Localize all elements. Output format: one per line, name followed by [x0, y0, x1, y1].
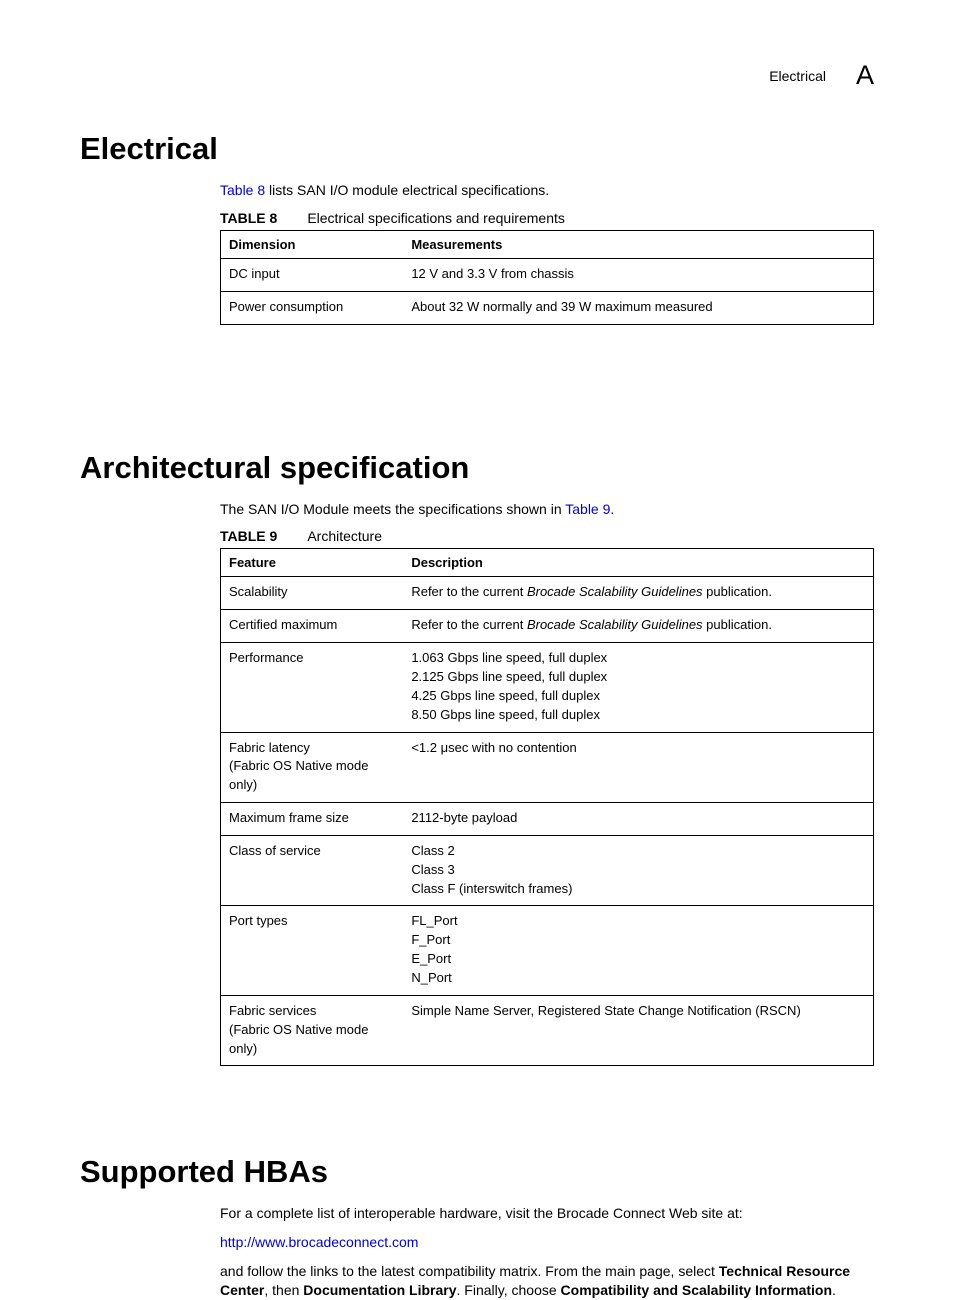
table8-cell-measurements: About 32 W normally and 39 W maximum mea… [403, 291, 873, 324]
desc-emphasis: Brocade Scalability Guidelines [527, 584, 703, 599]
table9: Feature Description ScalabilityRefer to … [220, 548, 874, 1066]
table9-cell-description: 2112-byte payload [403, 803, 873, 836]
desc-post: publication. [703, 617, 772, 632]
table-row: Certified maximumRefer to the current Br… [221, 610, 874, 643]
table-row: DC input12 V and 3.3 V from chassis [221, 258, 874, 291]
desc-post: publication. [703, 584, 772, 599]
table8-title: TABLE 8 Electrical specifications and req… [220, 210, 874, 226]
hba-p2-pre: and follow the links to the latest compa… [220, 1263, 719, 1279]
table9-cell-feature: Performance [221, 643, 404, 732]
table9-cell-feature: Fabric services(Fabric OS Native mode on… [221, 995, 404, 1066]
hba-p1: For a complete list of interoperable har… [220, 1204, 874, 1223]
electrical-intro-text: lists SAN I/O module electrical specific… [265, 182, 549, 198]
desc-pre: Refer to the current [411, 617, 527, 632]
arch-intro-pre: The SAN I/O Module meets the specificati… [220, 501, 565, 517]
table9-cell-description: <1.2 μsec with no contention [403, 732, 873, 803]
table9-cell-feature: Class of service [221, 835, 404, 906]
table-row: Fabric services(Fabric OS Native mode on… [221, 995, 874, 1066]
table-row: Class of serviceClass 2Class 3Class F (i… [221, 835, 874, 906]
table8-th-dimension: Dimension [221, 230, 404, 258]
hba-p2-post: . [832, 1282, 836, 1298]
table9-cell-feature: Fabric latency(Fabric OS Native mode onl… [221, 732, 404, 803]
hba-p2-b2: Documentation Library [303, 1282, 456, 1298]
table9-cell-description: FL_PortF_PortE_PortN_Port [403, 906, 873, 995]
hba-p2-m1: , then [264, 1282, 303, 1298]
table9-cell-description: 1.063 Gbps line speed, full duplex2.125 … [403, 643, 873, 732]
electrical-intro: Table 8 lists SAN I/O module electrical … [220, 181, 874, 200]
table8-label: TABLE 8 [220, 210, 277, 226]
table9-cell-feature: Maximum frame size [221, 803, 404, 836]
table8-caption: Electrical specifications and requiremen… [307, 210, 565, 226]
table8-ref-link[interactable]: Table 8 [220, 182, 265, 198]
table9-cell-feature: Scalability [221, 577, 404, 610]
hba-p2-m2: . Finally, choose [457, 1282, 561, 1298]
hba-link-line: http://www.brocadeconnect.com [220, 1233, 874, 1252]
table9-th-description: Description [403, 549, 873, 577]
table9-cell-feature: Certified maximum [221, 610, 404, 643]
hba-url-link[interactable]: http://www.brocadeconnect.com [220, 1234, 418, 1250]
hba-p2: and follow the links to the latest compa… [220, 1262, 874, 1300]
table8: Dimension Measurements DC input12 V and … [220, 230, 874, 325]
table9-label: TABLE 9 [220, 528, 277, 544]
heading-supported-hbas: Supported HBAs [80, 1154, 874, 1190]
table9-cell-description: Refer to the current Brocade Scalability… [403, 610, 873, 643]
table8-cell-dimension: Power consumption [221, 291, 404, 324]
table9-cell-feature: Port types [221, 906, 404, 995]
page-header: Electrical A [80, 60, 874, 91]
header-section-label: Electrical [769, 68, 826, 84]
table-row: Port typesFL_PortF_PortE_PortN_Port [221, 906, 874, 995]
header-appendix-letter: A [856, 60, 874, 91]
table9-cell-description: Refer to the current Brocade Scalability… [403, 577, 873, 610]
arch-intro: The SAN I/O Module meets the specificati… [220, 500, 874, 519]
table9-ref-link[interactable]: Table 9 [565, 501, 610, 517]
table9-th-feature: Feature [221, 549, 404, 577]
arch-intro-post: . [610, 501, 614, 517]
heading-electrical: Electrical [80, 131, 874, 167]
desc-emphasis: Brocade Scalability Guidelines [527, 617, 703, 632]
heading-arch-spec: Architectural specification [80, 450, 874, 486]
table-row: Maximum frame size2112-byte payload [221, 803, 874, 836]
table-row: Power consumptionAbout 32 W normally and… [221, 291, 874, 324]
table-row: Fabric latency(Fabric OS Native mode onl… [221, 732, 874, 803]
hba-p2-b3: Compatibility and Scalability Informatio… [561, 1282, 832, 1298]
desc-pre: Refer to the current [411, 584, 527, 599]
table9-title: TABLE 9 Architecture [220, 528, 874, 544]
table9-cell-description: Simple Name Server, Registered State Cha… [403, 995, 873, 1066]
table8-cell-dimension: DC input [221, 258, 404, 291]
table8-cell-measurements: 12 V and 3.3 V from chassis [403, 258, 873, 291]
table9-cell-description: Class 2Class 3Class F (interswitch frame… [403, 835, 873, 906]
table9-caption: Architecture [307, 528, 382, 544]
table-row: ScalabilityRefer to the current Brocade … [221, 577, 874, 610]
table-row: Performance1.063 Gbps line speed, full d… [221, 643, 874, 732]
table8-th-measurements: Measurements [403, 230, 873, 258]
